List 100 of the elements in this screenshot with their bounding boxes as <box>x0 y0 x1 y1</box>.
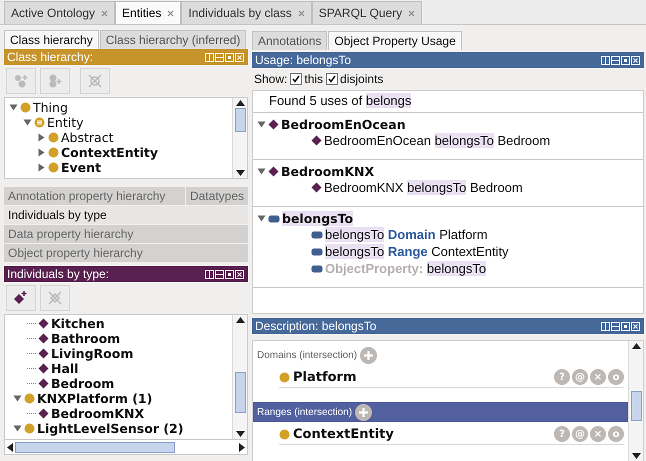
scroll-down-icon[interactable] <box>236 431 244 437</box>
tab[interactable]: SPARQL Query <box>312 1 422 24</box>
panel-title: Individuals by type: <box>7 267 110 281</box>
individual-icon <box>38 318 49 329</box>
scroll-down-icon[interactable] <box>632 453 640 459</box>
tab[interactable]: Active Ontology <box>4 1 116 24</box>
usage-item[interactable]: belongsTo Range ContextEntity <box>325 244 509 259</box>
expander-icon[interactable] <box>23 118 32 127</box>
view-controls-icon[interactable] <box>601 322 641 330</box>
checkbox[interactable] <box>290 73 302 85</box>
property-icon <box>311 230 323 238</box>
expander-icon[interactable] <box>37 148 46 157</box>
close-icon[interactable] <box>101 10 108 16</box>
individual-icon <box>311 135 322 146</box>
view-controls-icon[interactable] <box>205 270 245 278</box>
expander-icon[interactable] <box>257 120 266 129</box>
scroll-up-icon[interactable] <box>236 317 244 323</box>
expander-icon[interactable] <box>37 163 46 172</box>
tree-item[interactable]: Hall <box>51 361 78 376</box>
individual-icon <box>38 333 49 344</box>
close-icon[interactable] <box>167 10 174 16</box>
tree-item[interactable]: BedroomKNX <box>51 406 144 421</box>
vertical-scrollbar[interactable] <box>232 315 247 439</box>
tree-item[interactable]: Event <box>61 160 102 175</box>
tree-item[interactable]: LightLevelSensor (2) <box>37 421 184 436</box>
add-subclass-icon <box>13 73 29 89</box>
usage-item[interactable]: BedroomEnOcean belongsTo Bedroom <box>324 133 550 148</box>
individual-icon <box>268 119 279 130</box>
usage-group-title[interactable]: BedroomEnOcean <box>281 117 406 132</box>
expander-icon[interactable] <box>13 394 22 403</box>
checkbox-label: disjoints <box>340 72 384 86</box>
expander-icon[interactable] <box>37 133 46 142</box>
tab[interactable]: Object Property Usage <box>328 31 462 50</box>
tree-item[interactable]: Bathroom <box>51 331 120 346</box>
vertical-scrollbar[interactable] <box>232 98 247 178</box>
tree-item[interactable]: LivingRoom <box>51 346 134 361</box>
tab[interactable]: Annotation property hierarchy <box>4 187 185 205</box>
section-label: Ranges (intersection) <box>257 406 352 418</box>
defined-class-icon <box>34 117 45 128</box>
tree-item[interactable]: ContextEntity <box>61 145 158 160</box>
scroll-thumb[interactable] <box>630 391 642 421</box>
usage-item[interactable]: BedroomKNX belongsTo Bedroom <box>324 180 523 195</box>
scroll-up-icon[interactable] <box>236 100 244 106</box>
usage-group-title[interactable]: belongsTo <box>282 211 354 226</box>
view-controls-icon[interactable] <box>601 56 641 64</box>
tree-item[interactable]: Thing <box>33 100 68 115</box>
tab[interactable]: Class hierarchy <box>4 30 99 49</box>
individual-icon <box>38 378 49 389</box>
scroll-thumb[interactable] <box>234 372 246 414</box>
property-icon <box>311 264 323 272</box>
checkbox[interactable] <box>326 73 338 85</box>
tab[interactable]: Individuals by class <box>181 1 312 24</box>
range-item[interactable]: ContextEntity <box>293 426 394 442</box>
add-individual-icon <box>13 290 29 306</box>
section-header[interactable]: Domains (intersection) <box>253 345 628 365</box>
scroll-thumb[interactable] <box>234 108 246 132</box>
usage-group-title[interactable]: BedroomKNX <box>281 164 374 179</box>
add-individual-button[interactable] <box>6 285 36 311</box>
tab[interactable]: Object property hierarchy <box>4 244 248 262</box>
add-button[interactable] <box>355 404 372 420</box>
scroll-up-icon[interactable] <box>632 343 640 349</box>
delete-icon <box>87 73 103 89</box>
class-icon <box>24 393 35 404</box>
tab[interactable]: Datatypes <box>186 187 248 205</box>
individual-icon <box>38 363 49 374</box>
close-icon[interactable] <box>408 10 416 16</box>
vertical-scrollbar[interactable] <box>628 341 643 461</box>
horizontal-scrollbar[interactable] <box>4 440 248 455</box>
expander-icon[interactable] <box>9 103 18 112</box>
tab[interactable]: Individuals by type <box>4 206 248 224</box>
tab[interactable]: Data property hierarchy <box>4 225 248 243</box>
class-icon <box>279 428 290 440</box>
checkbox-label: this <box>304 72 324 86</box>
tab[interactable]: Entities <box>115 1 182 24</box>
section-label: Domains (intersection) <box>257 350 358 360</box>
tab[interactable]: Class hierarchy (inferred) <box>100 30 246 49</box>
tree-item[interactable]: Abstract <box>61 130 114 145</box>
panel-title: Description: belongsTo <box>255 319 376 333</box>
class-icon <box>48 147 59 158</box>
scroll-left-icon[interactable] <box>7 442 13 452</box>
scroll-thumb[interactable] <box>15 442 175 452</box>
tree-item[interactable]: Entity <box>47 115 84 130</box>
tree-item[interactable]: Bedroom <box>51 376 114 391</box>
scroll-down-icon[interactable] <box>236 170 244 176</box>
expander-icon[interactable] <box>13 424 22 433</box>
property-icon <box>311 248 323 256</box>
range-item[interactable]: Platform <box>293 370 357 384</box>
individual-icon <box>311 182 322 193</box>
close-icon[interactable] <box>298 10 305 16</box>
usage-item[interactable]: belongsTo Domain Platform <box>325 227 488 242</box>
tree-item[interactable]: KNXPlatform (1) <box>37 391 152 406</box>
plus-icon <box>358 406 370 418</box>
section-header[interactable]: Ranges (intersection) <box>253 402 628 422</box>
expander-icon[interactable] <box>257 167 266 176</box>
expander-icon[interactable] <box>257 214 266 223</box>
tab[interactable]: Annotations <box>252 31 328 50</box>
tree-item[interactable]: Kitchen <box>51 316 105 331</box>
usage-item[interactable]: ObjectProperty: belongsTo <box>325 261 486 276</box>
add-sibling-icon <box>47 73 63 89</box>
scroll-right-icon[interactable] <box>239 442 245 452</box>
